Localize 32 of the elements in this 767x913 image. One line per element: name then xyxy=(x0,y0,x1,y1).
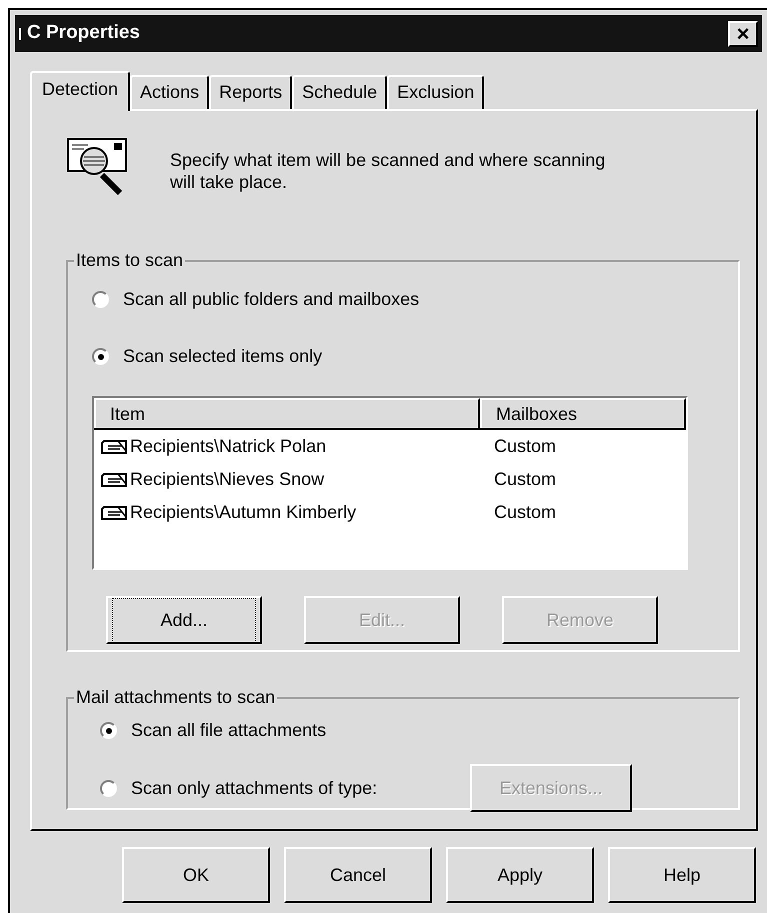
group-title: Items to scan xyxy=(75,249,184,272)
radio-label[interactable]: Scan all public folders and mailboxes xyxy=(123,286,420,313)
radio-button[interactable] xyxy=(100,722,117,739)
dialog-button[interactable]: Add... xyxy=(106,596,262,644)
dialog-button[interactable]: Cancel xyxy=(284,847,432,903)
table-cell-text: Recipients\Autumn Kimberly xyxy=(130,501,356,524)
description-text: Specify what item will be scanned and where scanning will take place. xyxy=(170,149,606,193)
radio-label[interactable]: Scan selected items only xyxy=(123,343,322,370)
window-title: C Properties xyxy=(27,21,140,46)
column-header[interactable]: Item xyxy=(94,398,480,428)
table-cell-text: Custom xyxy=(493,435,556,458)
dialog-button[interactable]: OK xyxy=(122,847,270,903)
tab[interactable]: Schedule xyxy=(292,75,388,109)
group-title: Mail attachments to scan xyxy=(75,686,276,709)
tab[interactable]: Exclusion xyxy=(387,75,484,109)
dialog-button[interactable]: Apply xyxy=(446,847,594,903)
radio-label[interactable]: Scan all file attachments xyxy=(131,717,326,744)
radio-button[interactable] xyxy=(92,291,109,308)
table-cell-text: Recipients\Nieves Snow xyxy=(130,468,324,491)
dialog-button[interactable]: Help xyxy=(608,847,756,903)
radio-button[interactable] xyxy=(100,780,117,796)
table-cell-text: Custom xyxy=(493,468,556,491)
radio-button[interactable] xyxy=(92,348,109,365)
table-cell-text: Recipients\Natrick Polan xyxy=(130,435,326,458)
table-cell-text: Custom xyxy=(493,501,556,524)
column-header[interactable]: Mailboxes xyxy=(480,398,686,428)
tab[interactable]: Detection xyxy=(30,71,130,111)
envelope-magnifier-icon xyxy=(66,137,130,195)
tab[interactable]: Actions xyxy=(130,75,210,109)
tab[interactable]: Reports xyxy=(209,75,292,109)
close-button[interactable]: × xyxy=(728,20,758,46)
radio-label[interactable]: Scan only attachments of type: xyxy=(131,774,378,802)
